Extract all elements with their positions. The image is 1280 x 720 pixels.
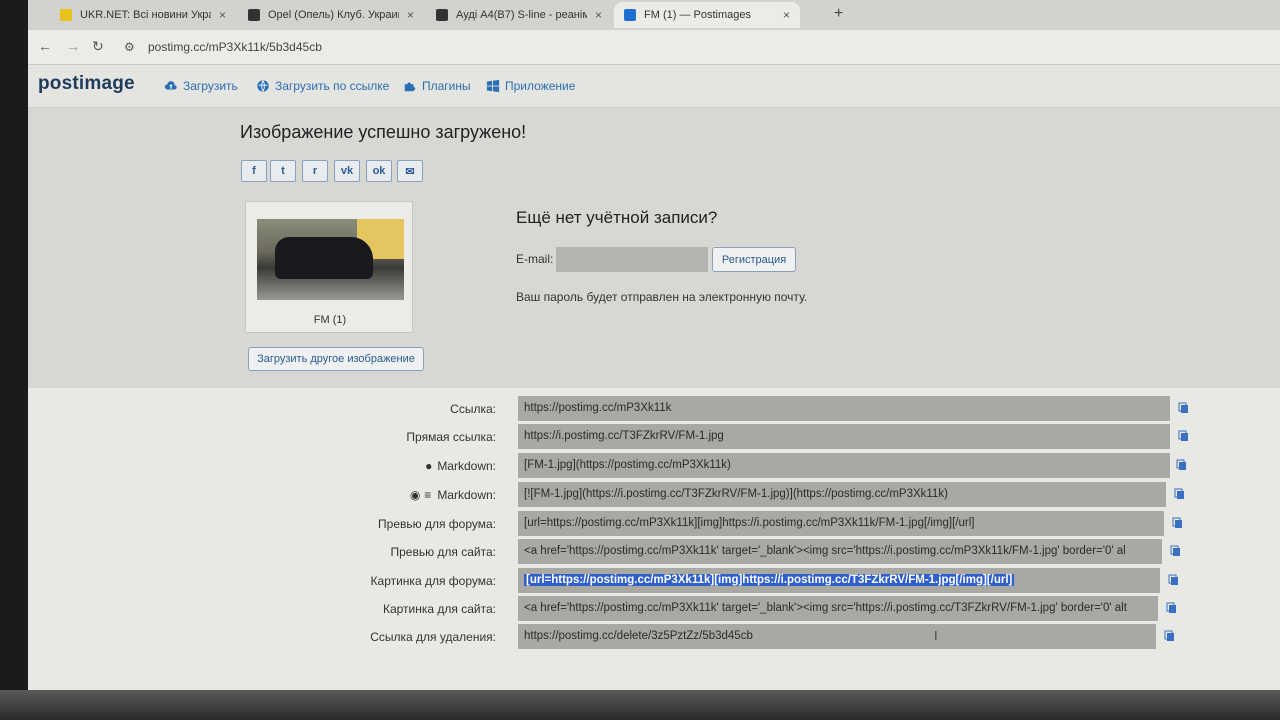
links-section: Ссылка: https://postimg.cc/mP3Xk11k Прям… <box>28 388 1280 690</box>
delete-link-field[interactable]: https://postimg.cc/delete/3z5PztZz/5b3d4… <box>518 624 1156 649</box>
tab-ukrnet[interactable]: UKR.NET: Всі новини України × <box>50 2 236 28</box>
share-vk-button[interactable]: vk <box>334 160 360 182</box>
link-field[interactable]: https://postimg.cc/mP3Xk11k <box>518 396 1170 421</box>
copy-icon[interactable] <box>1176 459 1188 471</box>
register-button[interactable]: Регистрация <box>712 247 796 272</box>
upload-another-button[interactable]: Загрузить другое изображение <box>248 347 424 371</box>
reload-icon[interactable]: ↻ <box>92 38 104 55</box>
link-row-forum-preview: Превью для форума: [url=https://postimg.… <box>28 511 1280 536</box>
menu-upload-by-url[interactable]: Загрузить по ссылке <box>256 79 389 93</box>
tab-close-icon[interactable]: × <box>783 8 790 22</box>
tab-audi-a4[interactable]: Ауді А4(B7) S-line - реанімаці × <box>426 2 612 28</box>
menu-upload[interactable]: Загрузить <box>164 79 238 93</box>
menu-app[interactable]: Приложение <box>486 79 575 93</box>
share-facebook-button[interactable]: f <box>241 160 267 182</box>
copy-icon[interactable] <box>1170 545 1182 557</box>
direct-link-field[interactable]: https://i.postimg.cc/T3FZkrRV/FM-1.jpg <box>518 424 1170 449</box>
copy-icon[interactable] <box>1178 402 1190 414</box>
copy-icon[interactable] <box>1172 517 1184 529</box>
copy-icon[interactable] <box>1168 574 1180 586</box>
postimages-favicon-icon <box>624 9 636 21</box>
tab-opel-club[interactable]: Opel (Опель) Клуб. Украина × <box>238 2 424 28</box>
site-header: postimage Загрузить Загрузить по ссылке … <box>28 65 1280 108</box>
selected-text: [url=https://postimg.cc/mP3Xk11k][img]ht… <box>524 574 1015 586</box>
tab-postimages[interactable]: FM (1) — Postimages × <box>614 2 800 28</box>
cloud-upload-icon <box>164 81 177 90</box>
forum-image-field[interactable]: [url=https://postimg.cc/mP3Xk11k][img]ht… <box>518 568 1160 593</box>
account-heading: Ещё нет учётной записи? <box>516 208 718 227</box>
menu-plugins[interactable]: Плагины <box>403 79 471 93</box>
copy-icon[interactable] <box>1164 630 1176 642</box>
link-row-link: Ссылка: https://postimg.cc/mP3Xk11k <box>28 396 1280 421</box>
ukrnet-favicon-icon <box>60 9 72 21</box>
copy-icon[interactable] <box>1178 430 1190 442</box>
text-cursor-icon: I <box>934 628 938 643</box>
image-thumbnail-card: FM (1) <box>245 201 413 333</box>
markdown-reddit-field[interactable]: [FM-1.jpg](https://postimg.cc/mP3Xk11k) <box>518 453 1170 478</box>
share-twitter-button[interactable]: t <box>270 160 296 182</box>
puzzle-icon <box>404 82 416 92</box>
share-email-button[interactable]: ✉ <box>397 160 423 182</box>
stackoverflow-icon: ≡ <box>424 488 432 502</box>
email-label: E-mail: <box>516 252 554 266</box>
upload-result-section: Изображение успешно загружено! f t r vk … <box>28 108 1280 388</box>
link-row-delete: Ссылка для удаления: https://postimg.cc/… <box>28 624 1280 649</box>
tab-close-icon[interactable]: × <box>595 8 602 22</box>
forward-arrow-icon[interactable]: → <box>66 38 80 54</box>
car-thumbnail-image[interactable] <box>257 219 404 300</box>
github-icon: ◉ <box>409 488 421 502</box>
postimage-logo[interactable]: postimage <box>38 73 135 95</box>
windows-icon <box>486 79 500 93</box>
markdown-github-field[interactable]: [![FM-1.jpg](https://i.postimg.cc/T3FZkr… <box>518 482 1166 507</box>
tab-close-icon[interactable]: × <box>219 8 226 22</box>
link-row-markdown-github: ◉ ≡ Markdown: [![FM-1.jpg](https://i.posti… <box>28 482 1280 507</box>
share-reddit-button[interactable]: r <box>302 160 328 182</box>
audi-favicon-icon <box>436 9 448 21</box>
link-row-markdown-reddit: ● Markdown: [FM-1.jpg](https://postimg.cc… <box>28 453 1280 478</box>
site-settings-icon[interactable]: ⚙ <box>124 40 135 54</box>
url-field[interactable]: postimg.cc/mP3Xk11k/5b3d45cb <box>148 40 322 54</box>
password-note: Ваш пароль будет отправлен на электронну… <box>516 290 808 304</box>
twitter-icon: t <box>281 165 285 177</box>
browser-tab-bar: UKR.NET: Всі новини України × Opel (Опел… <box>28 0 1280 30</box>
share-odnoklassniki-button[interactable]: ok <box>366 160 392 182</box>
reddit-icon: r <box>312 165 318 177</box>
new-tab-button[interactable]: + <box>834 5 843 23</box>
link-row-direct: Прямая ссылка: https://i.postimg.cc/T3FZ… <box>28 424 1280 449</box>
copy-icon[interactable] <box>1166 602 1178 614</box>
page-title: Изображение успешно загружено! <box>240 122 527 142</box>
monitor-bezel <box>0 0 28 720</box>
link-row-site-image: Картинка для сайта: <a href='https://pos… <box>28 596 1280 621</box>
email-input[interactable] <box>556 247 708 272</box>
site-image-field[interactable]: <a href='https://postimg.cc/mP3Xk11k' ta… <box>518 596 1158 621</box>
site-preview-field[interactable]: <a href='https://postimg.cc/mP3Xk11k' ta… <box>518 539 1162 564</box>
facebook-icon: f <box>252 165 256 177</box>
back-arrow-icon[interactable]: ← <box>38 38 52 54</box>
opel-favicon-icon <box>248 9 260 21</box>
odnoklassniki-icon: ok <box>372 165 386 177</box>
tab-close-icon[interactable]: × <box>407 8 414 22</box>
address-bar-row: ← → ↻ ⚙ postimg.cc/mP3Xk11k/5b3d45cb <box>28 30 1280 65</box>
image-name: FM (1) <box>313 314 347 326</box>
globe-icon <box>257 80 269 92</box>
link-row-forum-image: Картинка для форума: [url=https://postim… <box>28 568 1280 593</box>
reddit-icon: ● <box>425 459 433 473</box>
forum-preview-field[interactable]: [url=https://postimg.cc/mP3Xk11k][img]ht… <box>518 511 1164 536</box>
email-icon: ✉ <box>405 165 415 178</box>
copy-icon[interactable] <box>1174 488 1186 500</box>
vk-icon: vk <box>340 165 354 177</box>
monitor-bottom-bezel <box>0 690 1280 720</box>
link-row-site-preview: Превью для сайта: <a href='https://posti… <box>28 539 1280 564</box>
